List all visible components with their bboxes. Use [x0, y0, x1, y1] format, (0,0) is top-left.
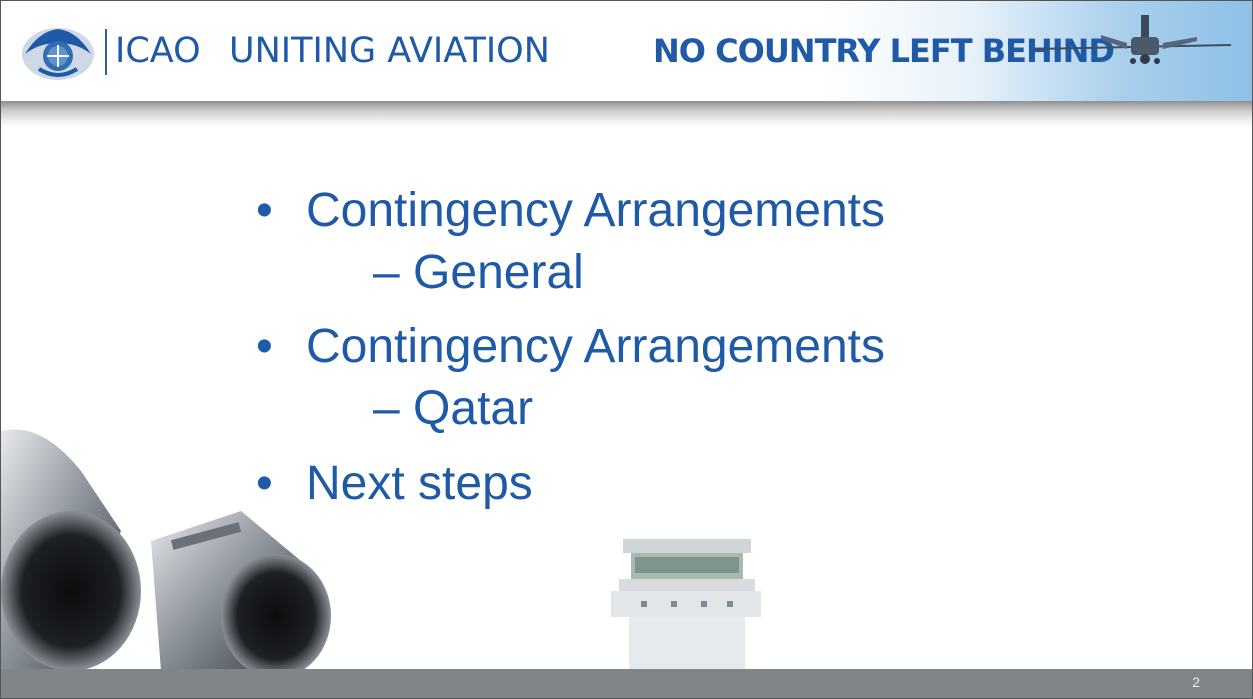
bullet-dot: • — [256, 320, 273, 373]
bullet-text: Contingency Arrangements — [306, 320, 885, 373]
sub-bullet-text: – Qatar — [373, 382, 534, 435]
bullet-text: Contingency Arrangements — [306, 184, 885, 237]
slide-content: • Contingency Arrangements – General • C… — [1, 1, 1252, 698]
sub-bullet-text: – General — [373, 246, 584, 299]
page-number: 2 — [1192, 674, 1200, 690]
bullet-dot: • — [256, 184, 273, 237]
bullet-text: Next steps — [306, 457, 533, 510]
bullet-dot: • — [256, 457, 273, 510]
slide-footer: 2 — [1, 669, 1252, 698]
slide: ICAO UNITING AVIATION NO COUNTRY LEFT BE… — [0, 0, 1253, 699]
